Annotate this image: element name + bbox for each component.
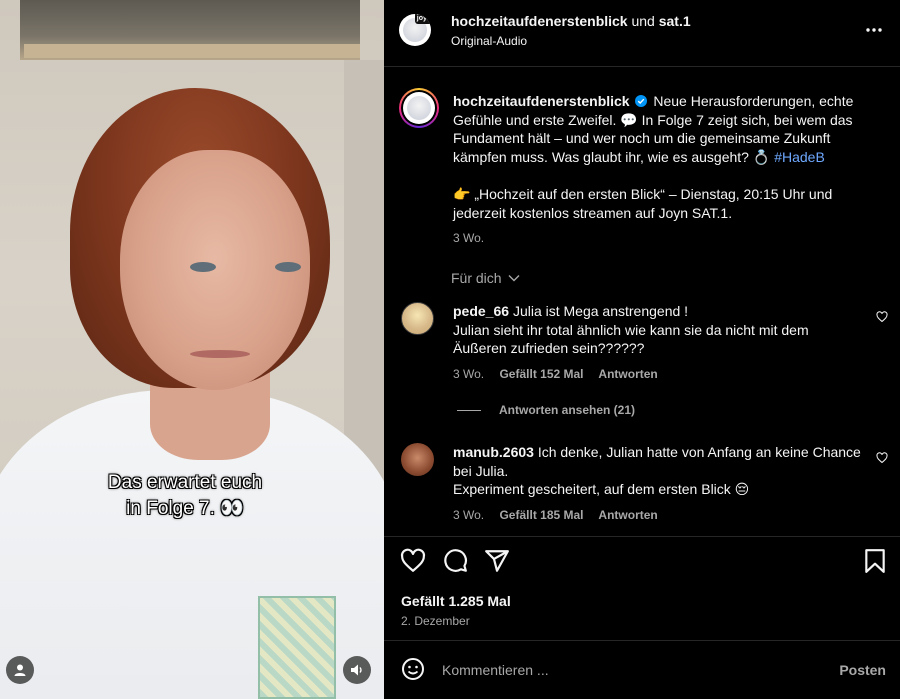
verified-badge-icon — [635, 95, 648, 107]
view-replies-button[interactable]: Antworten ansehen (21) — [457, 403, 647, 417]
post-caption: hochzeitaufdenerstenblick Neue Herausfor… — [453, 92, 883, 166]
comment-1-body: pede_66 Julia ist Mega anstrengend ! Jul… — [453, 302, 863, 358]
user-icon — [14, 664, 26, 676]
more-options-button[interactable] — [864, 22, 884, 38]
comment-2-like-icon[interactable] — [876, 452, 888, 464]
comment-1-meta: 3 Wo. Gefällt 152 Mal Antworten — [453, 367, 670, 381]
shirt-pocket — [258, 596, 336, 699]
background-shelf-edge — [24, 44, 360, 58]
post-like-count[interactable]: Gefällt 1.285 Mal — [401, 593, 511, 609]
header-accounts: hochzeitaufdenerstenblick und sat.1 — [451, 12, 691, 30]
comment-1-line1: Julia ist Mega anstrengend ! — [512, 303, 689, 319]
comment-2-meta: 3 Wo. Gefällt 185 Mal Antworten — [453, 508, 670, 522]
post-panel: joyn hochzeitaufdenerstenblick und sat.1… — [384, 0, 900, 699]
tagged-users-button[interactable] — [6, 656, 34, 684]
volume-icon — [351, 664, 362, 676]
header-account-1[interactable]: hochzeitaufdenerstenblick — [451, 13, 628, 29]
person-eye-left — [190, 262, 216, 272]
more-horizontal-icon — [866, 28, 882, 32]
comment-avatar-pede66[interactable] — [401, 302, 434, 335]
emoji-icon[interactable] — [401, 657, 425, 681]
comment-1-reply-button[interactable]: Antworten — [598, 367, 657, 381]
caption-time: 3 Wo. — [453, 231, 485, 245]
comment-icon[interactable] — [442, 548, 468, 574]
caption-author[interactable]: hochzeitaufdenerstenblick — [453, 93, 630, 109]
comment-1-like-icon[interactable] — [876, 311, 888, 323]
mute-button[interactable] — [343, 656, 371, 684]
caption-hashtag[interactable]: #HadeB — [774, 149, 825, 165]
header-joiner: und — [631, 13, 655, 29]
header-account-2[interactable]: sat.1 — [659, 13, 691, 29]
comment-1-user[interactable]: pede_66 — [453, 303, 509, 319]
bookmark-icon[interactable] — [862, 548, 888, 574]
person-eye-right — [275, 262, 301, 272]
author-avatar-ring[interactable] — [399, 88, 439, 128]
comment-avatar-manub2603[interactable] — [401, 443, 434, 476]
reel-video[interactable]: Das erwartet euch in Folge 7. 👀 — [0, 0, 384, 699]
original-audio-link[interactable]: Original-Audio — [451, 34, 527, 48]
post-comment-button[interactable]: Posten — [839, 662, 886, 678]
comment-2-reply-button[interactable]: Antworten — [598, 508, 657, 522]
view-replies-label: Antworten ansehen (21) — [499, 403, 636, 417]
actions-divider — [384, 536, 900, 537]
share-icon[interactable] — [484, 548, 510, 574]
comment-1-time: 3 Wo. — [453, 367, 485, 381]
comment-filter-label: Für dich — [451, 270, 502, 286]
comment-2-line2: Experiment gescheitert, auf dem ersten B… — [453, 481, 750, 497]
comment-2-user[interactable]: manub.2603 — [453, 444, 534, 460]
chevron-down-icon — [508, 275, 520, 282]
comment-input[interactable] — [442, 659, 802, 681]
person-mouth — [190, 350, 250, 358]
view-replies-line — [457, 409, 481, 411]
video-caption-line2: in Folge 7. 👀 — [126, 498, 244, 519]
header-avatar[interactable]: joyn — [399, 14, 431, 46]
joyn-logo-icon: joyn — [415, 14, 431, 24]
composer-divider — [384, 640, 900, 641]
comment-2-body: manub.2603 Ich denke, Julian hatte von A… — [453, 443, 863, 499]
comment-1-line2: Julian sieht ihr total ähnlich wie kann … — [453, 321, 809, 357]
comment-filter-dropdown[interactable]: Für dich — [451, 270, 520, 286]
video-caption-line1: Das erwartet euch — [107, 472, 263, 493]
comment-1-likes[interactable]: Gefällt 152 Mal — [499, 367, 583, 381]
comment-2-time: 3 Wo. — [453, 508, 485, 522]
post-date: 2. Dezember — [401, 614, 470, 628]
heart-icon[interactable] — [400, 548, 426, 574]
post-header: joyn hochzeitaufdenerstenblick und sat.1… — [384, 0, 900, 67]
video-caption: Das erwartet euch in Folge 7. 👀 — [70, 470, 300, 522]
author-avatar — [403, 92, 435, 124]
comment-2-likes[interactable]: Gefällt 185 Mal — [499, 508, 583, 522]
caption-text-2: 👉 „Hochzeit auf den ersten Blick“ – Dien… — [453, 186, 833, 221]
